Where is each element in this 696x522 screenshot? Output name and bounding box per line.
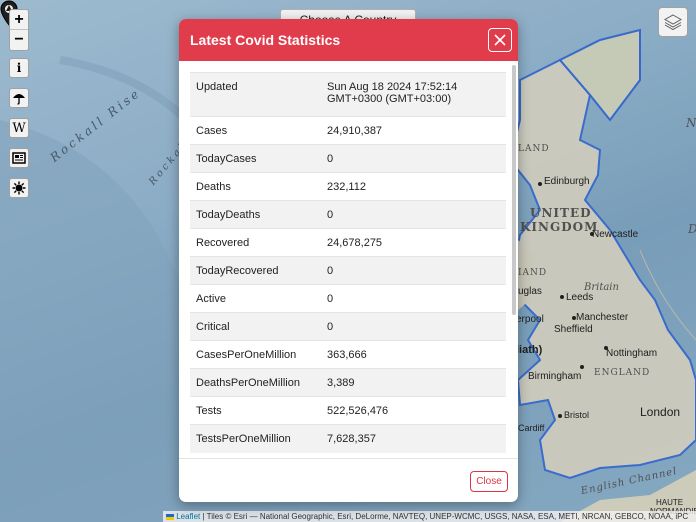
table-row: Recovered 24,678,275: [190, 228, 506, 257]
stat-value: 0: [321, 200, 506, 229]
stat-value: 0: [321, 312, 506, 341]
stat-key: Recovered: [190, 228, 321, 257]
table-row: Deaths 232,112: [190, 172, 506, 201]
table-row: Critical 0: [190, 312, 506, 341]
table-row: TodayCases 0: [190, 144, 506, 173]
stat-key: Deaths: [190, 172, 321, 201]
table-row: TestsPerOneMillion 7,628,357: [190, 424, 506, 453]
stat-value: 522,526,476: [321, 396, 506, 425]
stat-key: TodayDeaths: [190, 200, 321, 229]
stat-value: 3,389: [321, 368, 506, 397]
modal-title: Latest Covid Statistics: [190, 32, 341, 48]
table-row: Cases 24,910,387: [190, 116, 506, 145]
stat-key: Tests: [190, 396, 321, 425]
table-row: DeathsPerOneMillion 3,389: [190, 368, 506, 397]
table-row: CasesPerOneMillion 363,666: [190, 340, 506, 369]
modal-body[interactable]: Updated Sun Aug 18 2024 17:52:14 GMT+0300…: [179, 61, 518, 458]
stat-value: 363,666: [321, 340, 506, 369]
stat-value: 0: [321, 144, 506, 173]
stat-key: Critical: [190, 312, 321, 341]
modal-close-x-button[interactable]: [488, 28, 512, 52]
stat-key: TodayRecovered: [190, 256, 321, 285]
stat-key: TodayCases: [190, 144, 321, 173]
stat-value: 232,112: [321, 172, 506, 201]
table-row: Updated Sun Aug 18 2024 17:52:14 GMT+0300…: [190, 72, 506, 117]
table-row: TodayRecovered 0: [190, 256, 506, 285]
stat-key: DeathsPerOneMillion: [190, 368, 321, 397]
modal-footer: Close: [179, 458, 518, 502]
stat-value: 24,678,275: [321, 228, 506, 257]
stat-value: Sun Aug 18 2024 17:52:14 GMT+0300 (GMT+0…: [321, 72, 506, 117]
modal-scrollbar[interactable]: [512, 65, 516, 315]
stat-key: TestsPerOneMillion: [190, 424, 321, 453]
stat-key: CasesPerOneMillion: [190, 340, 321, 369]
stat-key: Active: [190, 284, 321, 313]
stat-value: 7,628,357: [321, 424, 506, 453]
modal-header: Latest Covid Statistics: [179, 19, 518, 61]
stat-value: 0: [321, 284, 506, 313]
table-row: Tests 522,526,476: [190, 396, 506, 425]
close-icon: [494, 34, 506, 46]
covid-stats-modal: Latest Covid Statistics Updated Sun Aug 1…: [179, 19, 518, 502]
stat-value: 24,910,387: [321, 116, 506, 145]
stat-key: Cases: [190, 116, 321, 145]
stat-key: Updated: [190, 72, 321, 117]
covid-stats-table: Updated Sun Aug 18 2024 17:52:14 GMT+0300…: [190, 72, 506, 453]
table-row: Active 0: [190, 284, 506, 313]
table-row: TodayDeaths 0: [190, 200, 506, 229]
stat-value: 0: [321, 256, 506, 285]
modal-close-button[interactable]: Close: [470, 471, 508, 492]
